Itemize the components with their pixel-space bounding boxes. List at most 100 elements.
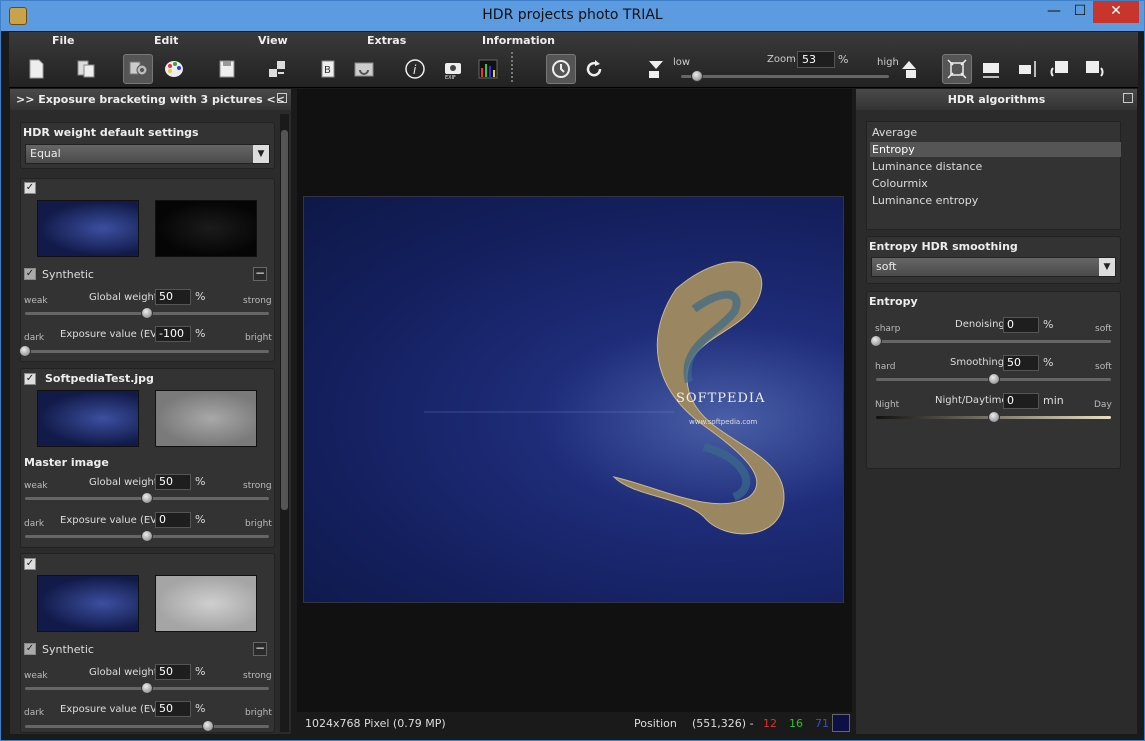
image-1-ev-input[interactable]: -100 [155, 326, 191, 342]
menu-extras[interactable]: Extras [367, 34, 406, 47]
image-3-weight-knob[interactable] [141, 682, 153, 694]
svg-text:B: B [324, 65, 331, 76]
image-1-ev-slider[interactable] [25, 350, 269, 353]
restore-icon[interactable] [277, 93, 287, 103]
denoising-label: Denoising [955, 319, 1005, 330]
denoising-knob[interactable] [870, 335, 882, 347]
image-1-weight-knob[interactable] [141, 307, 153, 319]
night-daytime-input[interactable]: 0 [1003, 393, 1039, 409]
image-3-thumbnail[interactable] [37, 575, 139, 632]
fit-to-window-icon[interactable] [942, 54, 972, 84]
hdr-algorithms-panel: HDR algorithms Average Entropy Luminance… [856, 89, 1137, 734]
scrollbar-thumb[interactable] [281, 130, 288, 510]
menu-file[interactable]: File [52, 34, 75, 47]
hard-label: hard [875, 362, 896, 372]
smoothing-knob[interactable] [987, 373, 1000, 385]
histogram-icon[interactable] [473, 54, 503, 84]
image-1-synthetic-checkbox[interactable]: ✓ [24, 268, 36, 280]
menu-view[interactable]: View [258, 34, 288, 47]
image-2-global-weight-input[interactable]: 50 [155, 474, 191, 490]
zoom-slider-knob[interactable] [691, 70, 704, 82]
palette-icon[interactable] [159, 54, 189, 84]
night-label: Night [875, 400, 900, 410]
image-3-remove-button[interactable]: − [253, 642, 267, 656]
settings-icon[interactable] [123, 54, 153, 84]
open-file-icon[interactable] [71, 54, 101, 84]
weak-label: weak [24, 481, 48, 491]
percent-unit: % [195, 290, 206, 303]
fit-height-icon[interactable] [1012, 54, 1042, 84]
algorithm-average[interactable]: Average [870, 125, 1121, 140]
image-3-ev-input[interactable]: 50 [155, 701, 191, 717]
info-icon[interactable]: i [400, 54, 430, 84]
algorithm-luminance-entropy[interactable]: Luminance entropy [870, 193, 1121, 208]
save-icon[interactable] [212, 54, 242, 84]
redo-icon[interactable] [579, 54, 609, 84]
preview-image[interactable]: SOFTPEDIA www.softpedia.com [303, 196, 844, 603]
bright-label: bright [245, 333, 272, 343]
svg-text:EXIF: EXIF [445, 75, 456, 80]
denoising-slider[interactable] [876, 340, 1111, 343]
algorithm-entropy[interactable]: Entropy [870, 142, 1121, 157]
entropy-settings-card: Entropy sharp Denoising 0 % soft hard Sm… [866, 291, 1121, 469]
left-panel-scrollbar[interactable] [280, 114, 289, 732]
position-label: Position [634, 717, 677, 730]
exposure-value-label: Exposure value (EV) [60, 704, 161, 715]
exposure-panel: >> Exposure bracketing with 3 pictures <… [10, 89, 291, 734]
zoom-slider[interactable] [681, 75, 889, 78]
toolbar: File Edit View Extras Information B i EX… [9, 32, 1138, 88]
image-3-synthetic-checkbox[interactable]: ✓ [24, 643, 36, 655]
chevron-down-icon: ▼ [253, 145, 269, 163]
menu-edit[interactable]: Edit [154, 34, 178, 47]
zoom-unit: % [838, 53, 849, 66]
smoothing-input[interactable]: 50 [1003, 355, 1039, 371]
image-2-checkbox[interactable]: ✓ [24, 373, 36, 385]
image-1-thumbnail[interactable] [37, 200, 139, 257]
image-1-remove-button[interactable]: − [253, 267, 267, 281]
auto-refresh-icon[interactable] [546, 54, 576, 84]
image-3-ev-slider[interactable] [25, 725, 269, 728]
app-window: HDR projects photo TRIAL — ☐ ✕ File Edit… [0, 0, 1145, 741]
image-1-ev-knob[interactable] [19, 345, 31, 357]
percent-unit: % [1043, 356, 1054, 369]
batch-icon[interactable] [262, 54, 292, 84]
menu-information[interactable]: Information [482, 34, 555, 47]
strong-label: strong [243, 481, 272, 491]
fit-width-icon[interactable] [976, 54, 1006, 84]
weak-label: weak [24, 296, 48, 306]
image-1-global-weight-input[interactable]: 50 [155, 289, 191, 305]
rotate-right-icon[interactable] [1079, 54, 1109, 84]
image-2-ev-knob[interactable] [141, 530, 153, 542]
bright-label: bright [245, 519, 272, 529]
export-icon[interactable]: B [314, 54, 344, 84]
close-button[interactable]: ✕ [1093, 1, 1139, 23]
refresh-image-icon[interactable] [349, 54, 379, 84]
algorithm-luminance-distance[interactable]: Luminance distance [870, 159, 1121, 174]
weight-defaults-select[interactable]: Equal ▼ [25, 144, 270, 164]
image-3-ev-knob[interactable] [202, 720, 214, 732]
image-2-weight-knob[interactable] [141, 492, 153, 504]
denoising-input[interactable]: 0 [1003, 317, 1039, 333]
zoom-label: Zoom [767, 54, 796, 65]
restore-icon[interactable] [1123, 93, 1133, 103]
image-url-text: www.softpedia.com [689, 418, 758, 426]
global-weight-label: Global weight [89, 477, 158, 488]
image-1-checkbox[interactable]: ✓ [24, 182, 36, 194]
percent-unit: % [195, 513, 206, 526]
image-3-checkbox[interactable]: ✓ [24, 558, 36, 570]
maximize-button[interactable]: ☐ [1067, 1, 1093, 23]
night-daytime-knob[interactable] [987, 411, 1000, 423]
position-value: (551,326) - [692, 717, 754, 730]
image-2-ev-input[interactable]: 0 [155, 512, 191, 528]
zoom-in-icon[interactable] [894, 54, 924, 84]
image-3-global-weight-input[interactable]: 50 [155, 664, 191, 680]
new-file-icon[interactable] [21, 54, 51, 84]
algorithm-colourmix[interactable]: Colourmix [870, 176, 1121, 191]
zoom-input[interactable]: 53 [797, 51, 835, 68]
entropy-smoothing-select[interactable]: soft ▼ [871, 257, 1116, 277]
exif-icon[interactable]: EXIF [438, 54, 468, 84]
minimize-button[interactable]: — [1041, 1, 1067, 23]
rotate-left-icon[interactable] [1045, 54, 1075, 84]
image-2-thumbnail[interactable] [37, 390, 139, 447]
zoom-out-icon[interactable] [641, 54, 671, 84]
